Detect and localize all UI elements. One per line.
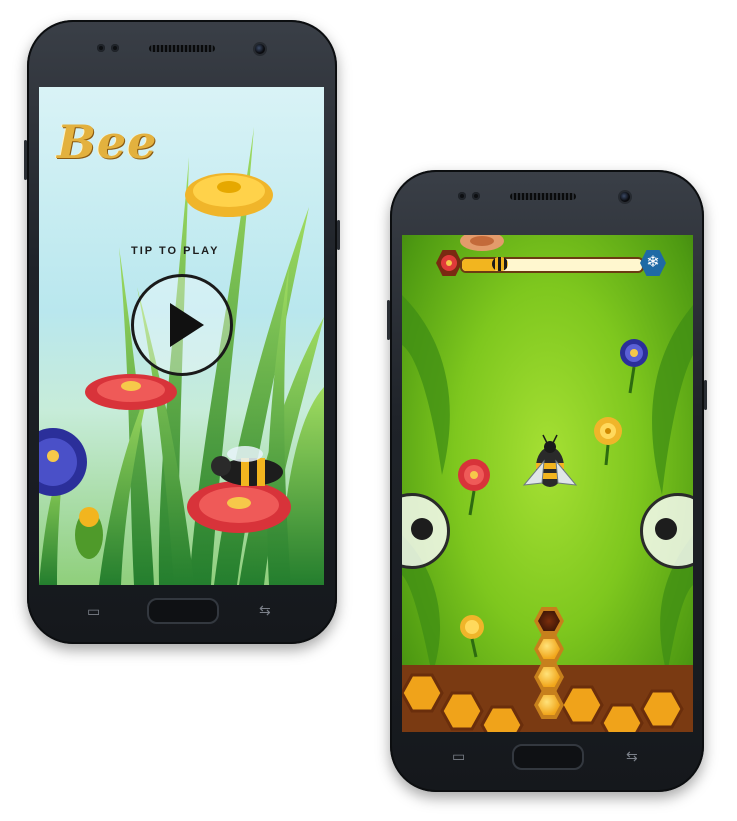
proximity-sensor <box>458 192 466 200</box>
light-sensor <box>472 192 480 200</box>
bee-turn-right-icon <box>655 518 677 540</box>
play-button[interactable] <box>131 274 233 376</box>
recents-icon[interactable]: ▭ <box>87 603 100 620</box>
light-sensor <box>111 44 119 52</box>
recents-icon[interactable]: ▭ <box>452 748 465 765</box>
bee-turn-left-icon <box>411 518 433 540</box>
honeycomb-pillar <box>531 607 567 732</box>
bee-player <box>522 434 578 487</box>
tip-to-play-label: TIP TO PLAY <box>131 245 220 257</box>
title-screen: Bee TIP TO PLAY <box>39 87 324 585</box>
front-camera <box>618 190 632 204</box>
front-camera <box>253 42 267 56</box>
flower-top-edge <box>460 235 504 251</box>
yellow-flower <box>185 173 273 217</box>
home-button[interactable] <box>147 598 219 624</box>
proximity-sensor <box>97 44 105 52</box>
blue-flower-pickup <box>620 339 648 394</box>
yellow-flower-pickup <box>594 417 622 466</box>
blue-flower <box>39 428 87 496</box>
flower-bud <box>75 507 103 559</box>
home-button[interactable] <box>512 744 584 770</box>
red-flower-pickup <box>458 459 490 516</box>
volume-key <box>24 140 27 180</box>
gameplay-screen: ❄ <box>402 235 693 732</box>
power-key <box>704 380 707 410</box>
yellow-flower-pickup-2 <box>460 615 484 658</box>
earpiece-speaker <box>149 45 215 52</box>
play-icon <box>170 303 204 347</box>
game-logo: Bee <box>57 115 158 169</box>
back-icon[interactable]: ⇆ <box>259 602 271 619</box>
power-key <box>337 220 340 250</box>
back-icon[interactable]: ⇆ <box>626 748 638 765</box>
bee-icon <box>492 257 508 271</box>
volume-key <box>387 300 390 340</box>
progress-bar <box>460 257 644 273</box>
earpiece-speaker <box>510 193 576 200</box>
red-flower-bottom <box>187 481 291 533</box>
red-flower <box>85 374 177 410</box>
